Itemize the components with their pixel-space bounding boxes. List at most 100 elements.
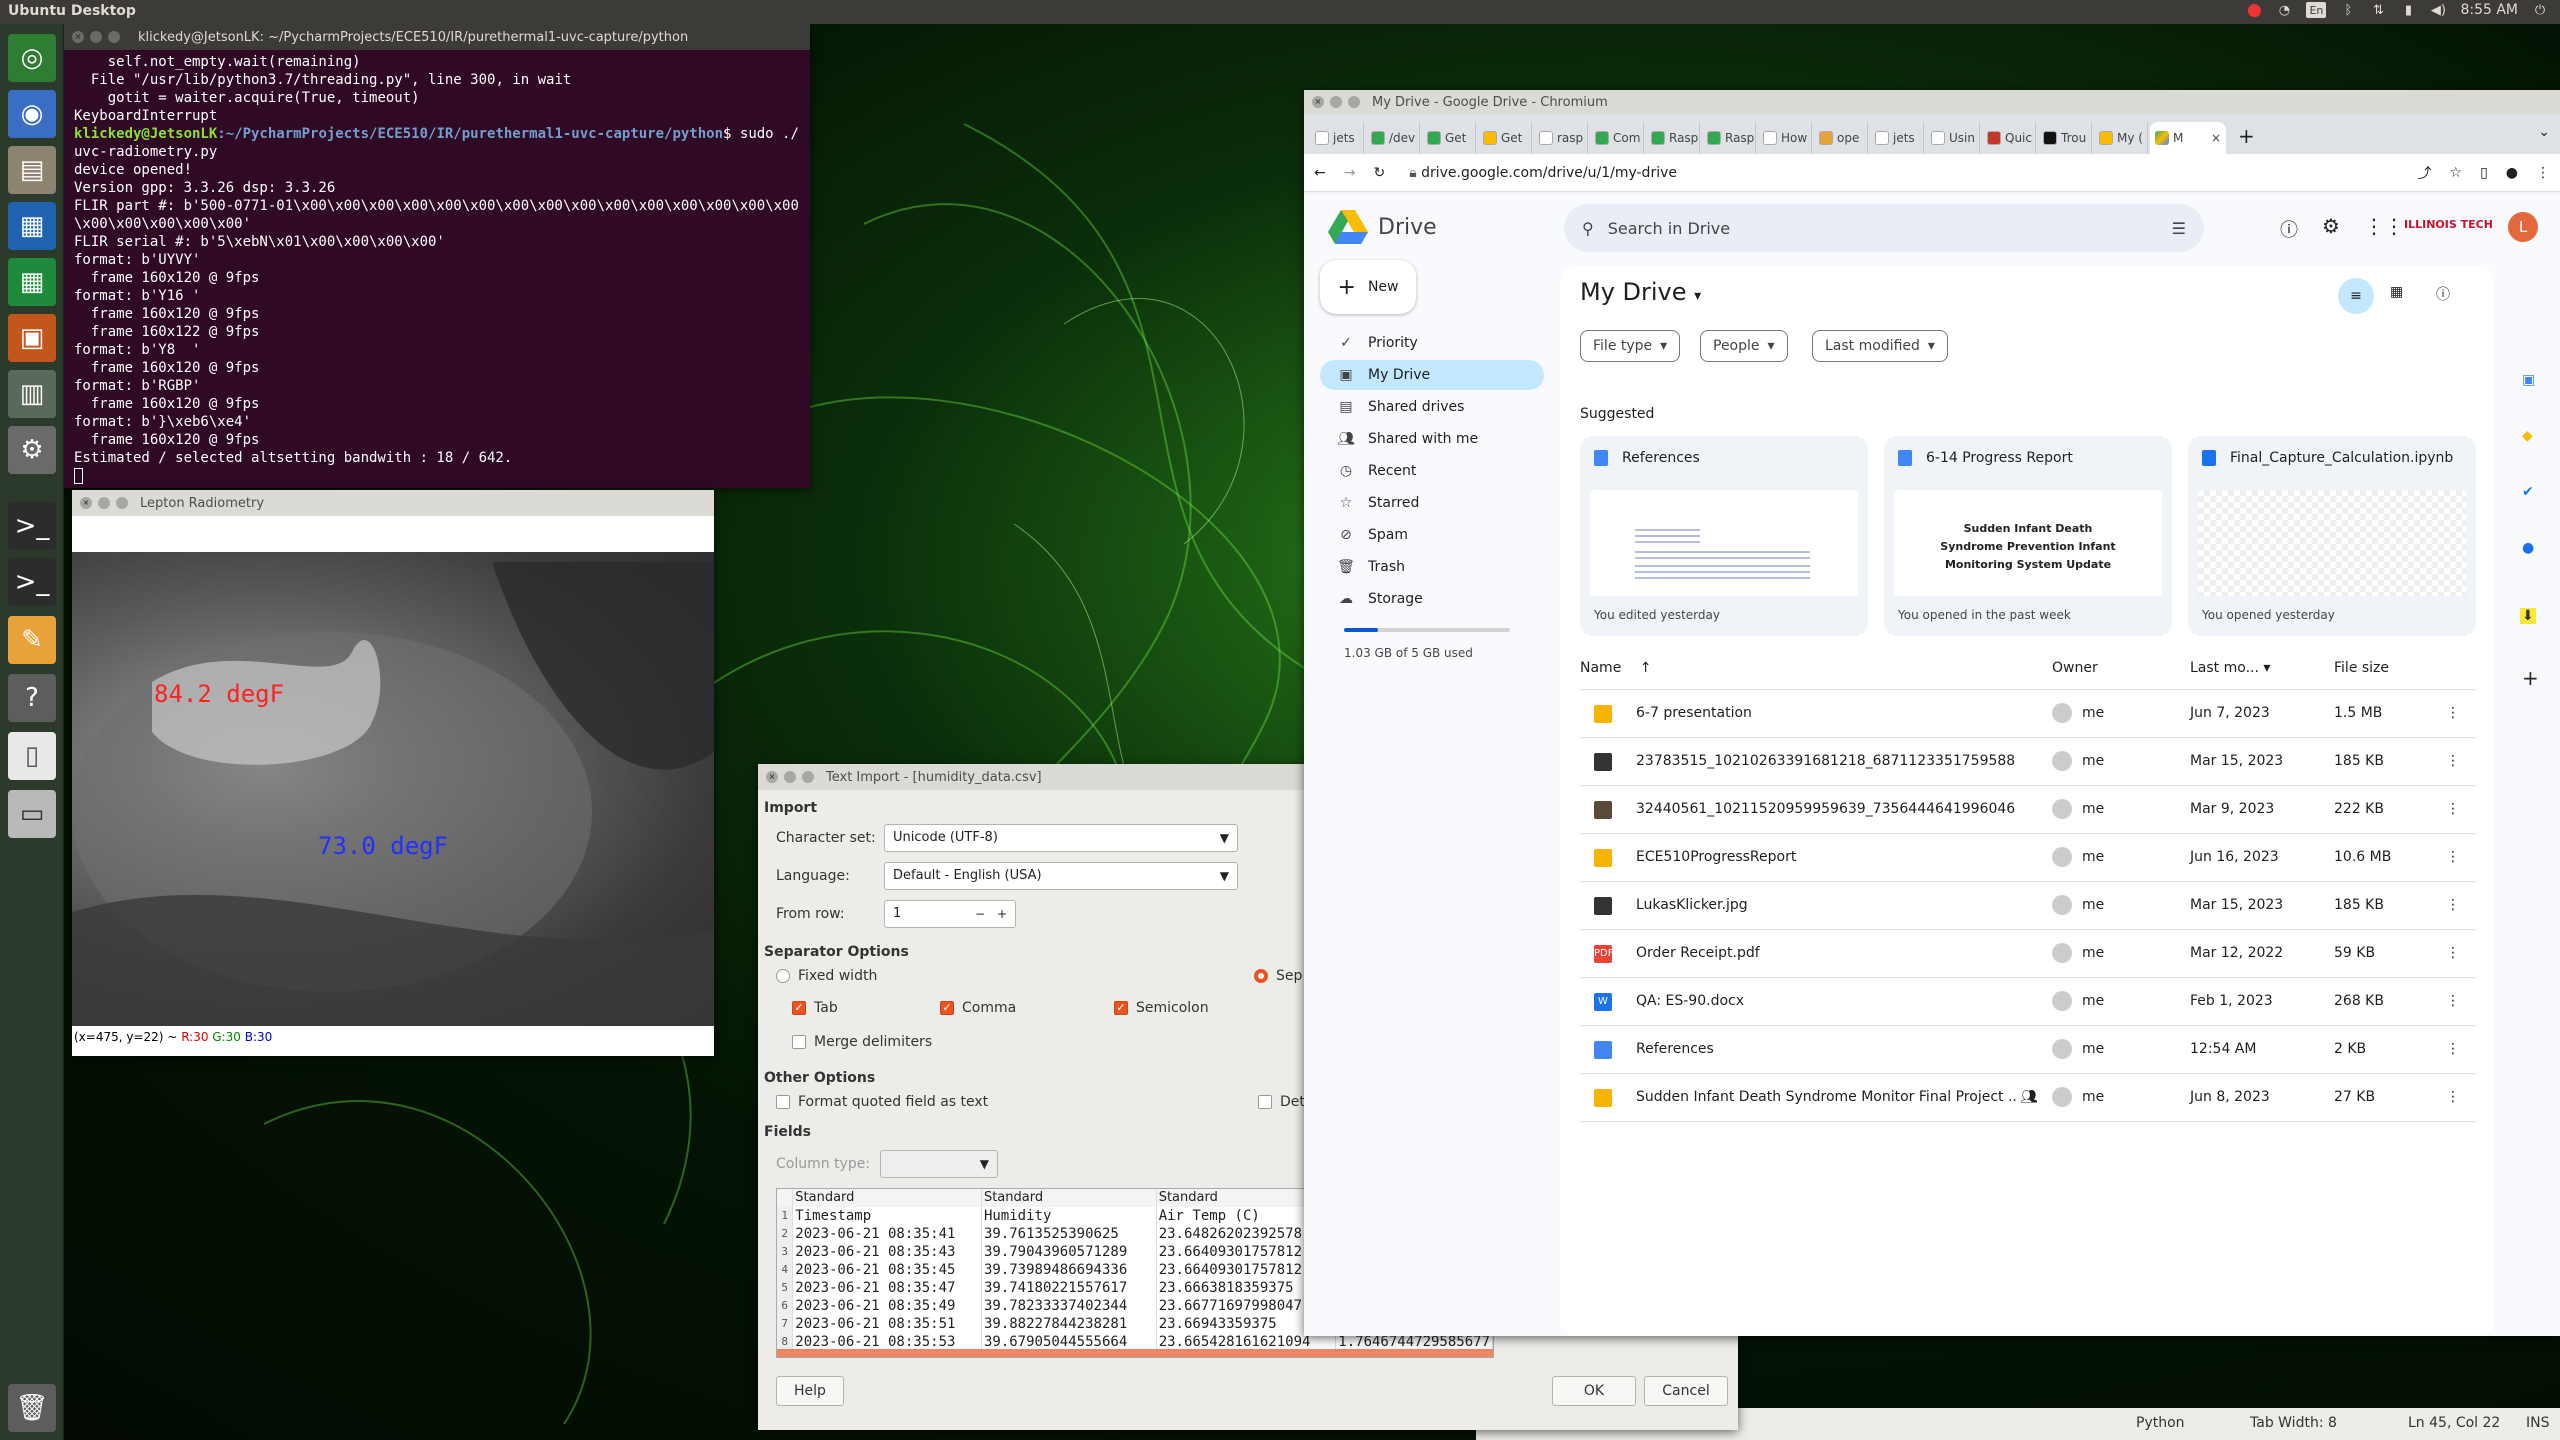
more-actions-icon[interactable]: ⋮: [2446, 1041, 2460, 1057]
chromium-window[interactable]: × My Drive - Google Drive - Chromium jet…: [1304, 90, 2560, 1336]
new-button[interactable]: + New: [1320, 260, 1416, 314]
file-row[interactable]: Sudden Infant Death Syndrome Monitor Fin…: [1580, 1074, 2476, 1122]
maximize-icon[interactable]: [802, 771, 814, 783]
terminal-2-launcher-icon[interactable]: >_: [8, 558, 56, 606]
browser-launcher-icon[interactable]: ◉: [8, 90, 56, 138]
lepton-window[interactable]: × Lepton Radiometry 84.2 degF 73.0 degF …: [72, 490, 714, 1056]
comma-checkbox[interactable]: ✓ Comma: [940, 1000, 1016, 1016]
nav-item-shared-drives[interactable]: ▤ Shared drives: [1320, 392, 1544, 422]
file-row[interactable]: 23783515_10210263391681218_6871123351759…: [1580, 738, 2476, 786]
name-column-header[interactable]: Name ↑: [1580, 660, 1652, 676]
filter-chip[interactable]: Last modified ▾: [1812, 330, 1948, 362]
close-icon[interactable]: ×: [80, 497, 92, 509]
network-icon[interactable]: ⇅: [2370, 2, 2386, 18]
terminal-output[interactable]: self.not_empty.wait(remaining) File "/us…: [64, 50, 810, 488]
url-field[interactable]: 🔒︎ drive.google.com/drive/u/1/my-drive: [1409, 165, 1677, 181]
tab-search-icon[interactable]: ⌄: [2538, 124, 2550, 140]
tab-checkbox[interactable]: ✓ Tab: [792, 1000, 838, 1016]
owner-column-header[interactable]: Owner: [2052, 660, 2098, 676]
nav-item-priority[interactable]: ✓ Priority: [1320, 328, 1544, 358]
search-options-icon[interactable]: ☰: [2172, 219, 2186, 238]
column-type-cell[interactable]: Standard: [792, 1189, 982, 1207]
new-tab-icon[interactable]: +: [2228, 124, 2265, 154]
help-launcher-icon[interactable]: ?: [8, 674, 56, 722]
more-actions-icon[interactable]: ⋮: [2446, 753, 2460, 769]
account-avatar[interactable]: L: [2508, 212, 2538, 242]
more-actions-icon[interactable]: ⋮: [2446, 897, 2460, 913]
close-icon[interactable]: ×: [766, 771, 778, 783]
close-tab-icon[interactable]: ×: [2211, 131, 2221, 145]
clock[interactable]: 8:55 AM: [2460, 2, 2518, 18]
more-actions-icon[interactable]: ⋮: [2446, 993, 2460, 1009]
suggested-card[interactable]: References You edited yesterday: [1580, 436, 1868, 636]
battery-icon[interactable]: ▮: [2400, 2, 2416, 18]
more-actions-icon[interactable]: ⋮: [2446, 801, 2460, 817]
file-row[interactable]: 32440561_10211520959959639_7356444641996…: [1580, 786, 2476, 834]
maximize-icon[interactable]: [116, 497, 128, 509]
drive-launcher-icon[interactable]: ▭: [8, 790, 56, 838]
minus-icon[interactable]: −: [975, 907, 985, 921]
add-addon-icon[interactable]: +: [2522, 666, 2539, 690]
info-icon[interactable]: ⓘ: [2436, 284, 2450, 304]
fixed-width-radio[interactable]: Fixed width: [776, 968, 877, 984]
nav-item-my-drive[interactable]: ▣ My Drive: [1320, 360, 1544, 390]
nav-item-shared-with-me[interactable]: 👥︎ Shared with me: [1320, 424, 1544, 454]
separated-by-radio[interactable]: Sep: [1254, 968, 1302, 984]
column-type-cell[interactable]: Standard: [981, 1189, 1157, 1207]
lepton-titlebar[interactable]: × Lepton Radiometry: [72, 490, 714, 516]
software-launcher-icon[interactable]: ▥: [8, 370, 56, 418]
nav-item-spam[interactable]: ⊘ Spam: [1320, 520, 1544, 550]
org-badge[interactable]: ILLINOIS TECH: [2404, 218, 2493, 231]
column-type-select[interactable]: ▼: [880, 1150, 998, 1178]
file-row[interactable]: 6-7 presentation me Jun 7, 2023 1.5 MB ⋮: [1580, 690, 2476, 738]
document-launcher-icon[interactable]: ▯: [8, 732, 56, 780]
language-select[interactable]: Default - English (USA) ▼: [884, 862, 1238, 890]
terminal-launcher-icon[interactable]: >_: [8, 502, 56, 550]
from-row-stepper[interactable]: 1 − +: [884, 900, 1016, 928]
filter-chip[interactable]: People ▾: [1700, 330, 1788, 362]
browser-tab[interactable]: rasp: [1534, 122, 1588, 154]
browser-tab[interactable]: Rasp: [1646, 122, 1700, 154]
text-editor-launcher-icon[interactable]: ✎: [8, 616, 56, 664]
profile-icon[interactable]: ●: [2506, 165, 2518, 181]
chromium-titlebar[interactable]: × My Drive - Google Drive - Chromium: [1304, 90, 2560, 114]
nav-item-starred[interactable]: ☆ Starred: [1320, 488, 1544, 518]
more-actions-icon[interactable]: ⋮: [2446, 705, 2460, 721]
browser-tab[interactable]: jets: [1870, 122, 1924, 154]
forward-icon[interactable]: →: [1344, 165, 1356, 181]
settings-gear-icon[interactable]: ⚙: [2322, 214, 2340, 238]
browser-tab[interactable]: jets: [1310, 122, 1364, 154]
close-icon[interactable]: ×: [1312, 96, 1324, 108]
more-actions-icon[interactable]: ⋮: [2446, 945, 2460, 961]
horizontal-scrollbar[interactable]: [777, 1349, 1493, 1357]
download-addon-icon[interactable]: ⬇: [2520, 608, 2536, 624]
semicolon-checkbox[interactable]: ✓ Semicolon: [1114, 1000, 1209, 1016]
bluetooth-icon[interactable]: ᛒ: [2340, 2, 2356, 18]
filter-chip[interactable]: File type ▾: [1580, 330, 1681, 362]
contacts-icon[interactable]: ●: [2522, 540, 2534, 556]
file-row[interactable]: W QA: ES-90.docx me Feb 1, 2023 268 KB ⋮: [1580, 978, 2476, 1026]
help-button[interactable]: Help: [776, 1376, 844, 1406]
filter-icon[interactable]: ≡: [2338, 278, 2374, 314]
settings-launcher-icon[interactable]: ⚙: [8, 426, 56, 474]
plus-icon[interactable]: +: [997, 907, 1007, 921]
more-actions-icon[interactable]: ⋮: [2446, 1089, 2460, 1105]
charset-select[interactable]: Unicode (UTF-8) ▼: [884, 824, 1238, 852]
minimize-icon[interactable]: [90, 31, 102, 43]
bookmark-star-icon[interactable]: ☆: [2450, 165, 2463, 181]
wifi-icon[interactable]: ◔: [2276, 2, 2292, 18]
share-icon[interactable]: ⤴: [2418, 163, 2432, 183]
minimize-icon[interactable]: [1330, 96, 1342, 108]
browser-tab[interactable]: Rasp: [1702, 122, 1756, 154]
browser-tab[interactable]: Usin: [1926, 122, 1980, 154]
grid-view-icon[interactable]: ▦: [2390, 284, 2403, 300]
browser-tab[interactable]: ope: [1814, 122, 1868, 154]
browser-tab[interactable]: Quic: [1982, 122, 2036, 154]
file-row[interactable]: PDF Order Receipt.pdf me Mar 12, 2022 59 KB ⋮: [1580, 930, 2476, 978]
notification-icon[interactable]: ⬤: [2246, 2, 2262, 18]
sidebar-icon[interactable]: ▯: [2480, 165, 2488, 181]
chrome-launcher-icon[interactable]: ◎: [8, 34, 56, 82]
browser-tab[interactable]: /dev: [1366, 122, 1420, 154]
browser-tab[interactable]: My (: [2094, 122, 2148, 154]
cancel-button[interactable]: Cancel: [1644, 1376, 1728, 1406]
